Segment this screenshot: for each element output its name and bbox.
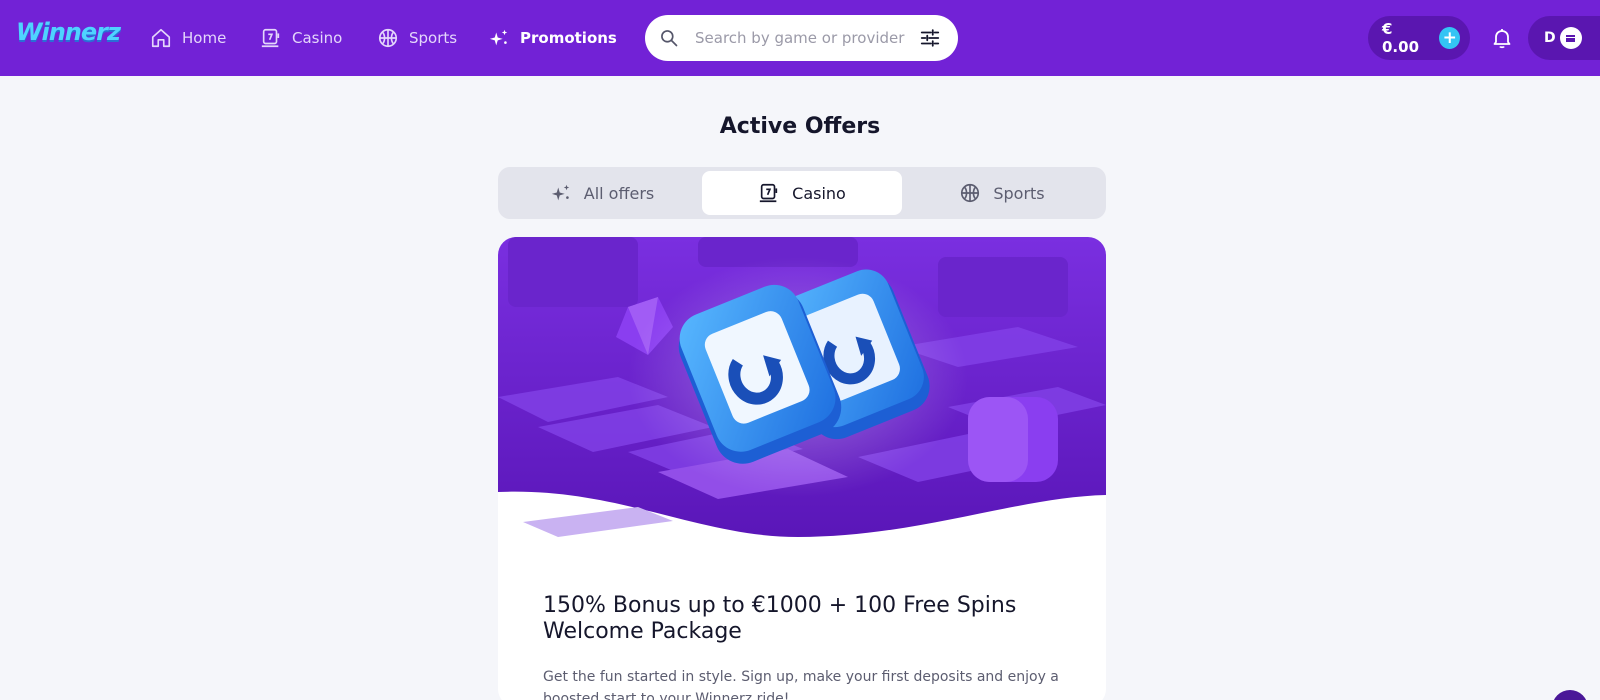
user-menu-button[interactable]: D [1528,16,1600,60]
offer-tabs: All offers Casino Sports [498,167,1106,219]
offer-description: Get the fun started in style. Sign up, m… [543,669,1059,700]
nav-item-label: Promotions [520,29,617,47]
slot-machine-icon [261,28,280,48]
tab-sports[interactable]: Sports [902,171,1102,215]
sparkles-icon [551,184,569,201]
tab-label: All offers [583,183,655,203]
chat-launcher-button[interactable] [1552,690,1588,700]
offer-title: 150% Bonus up to €1000 + 100 Free Spins … [543,593,1017,644]
free-spins-promo-image [498,237,1106,537]
search-icon [661,30,678,47]
notification-bell-icon[interactable] [1490,26,1514,50]
nav-item-label: Sports [409,29,458,47]
slot-machine-icon [759,183,778,203]
search-bar [645,15,958,61]
search-input[interactable] [695,29,911,47]
nav-item-casino[interactable]: Casino [260,24,342,52]
filter-sliders-icon[interactable] [919,27,941,49]
sparkles-icon [489,29,508,46]
nav-item-promotions[interactable]: Promotions [488,24,617,52]
menu-icon [1559,27,1582,49]
nav-item-home[interactable]: Home [150,24,226,52]
tab-label: Sports [993,183,1045,203]
page-title: Active Offers [719,114,881,139]
ball-icon [378,28,398,48]
winnerz-logo[interactable]: Winnerz [16,18,121,46]
home-icon [151,28,171,48]
avatar-initial: D [1544,30,1556,46]
nav-item-sports[interactable]: Sports [377,24,457,52]
tab-label: Casino [792,183,846,203]
tab-all-offers[interactable]: All offers [502,171,702,215]
deposit-plus-icon[interactable]: + [1439,27,1460,49]
offer-card[interactable]: 150% Bonus up to €1000 + 100 Free Spins … [498,237,1106,700]
tab-casino[interactable]: Casino [702,171,902,215]
nav-item-label: Casino [292,29,343,47]
nav-item-label: Home [182,29,227,47]
ball-icon [961,183,980,203]
balance-pill[interactable]: € 0.00 + [1368,16,1470,60]
top-navigation-bar: Winnerz Home Casino Sports Promotions € … [0,0,1600,76]
balance-amount: € 0.00 [1382,20,1420,56]
